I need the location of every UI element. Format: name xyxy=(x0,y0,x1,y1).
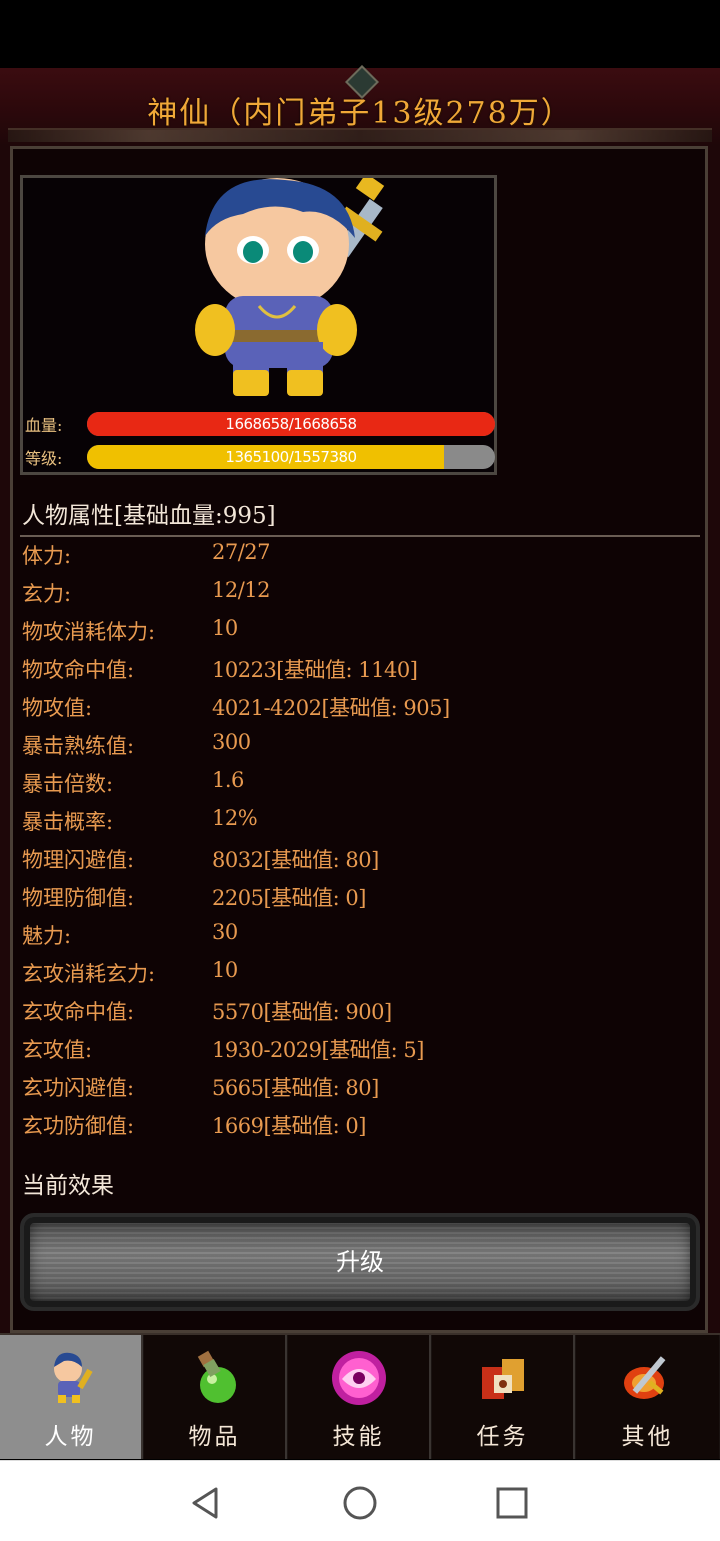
attribute-key: 暴击倍数: xyxy=(22,772,114,796)
attribute-value: 10 xyxy=(212,616,238,640)
attribute-value: 8032[基础值: 80] xyxy=(212,848,379,872)
attribute-key: 物理防御值: xyxy=(22,886,135,910)
attributes-header: 人物属性[基础血量:995] xyxy=(22,503,276,529)
attribute-key: 体力: xyxy=(22,544,72,568)
attribute-row: 玄攻消耗玄力: 10 xyxy=(22,954,702,992)
bottom-tab-bar: 人物 物品 技能 任务 其他 xyxy=(0,1333,720,1459)
sword-shield-icon xyxy=(624,1356,666,1399)
system-nav-bar xyxy=(0,1460,720,1541)
attribute-row: 物理防御值: 2205[基础值: 0] xyxy=(22,878,702,916)
upgrade-button[interactable]: 升级 xyxy=(20,1213,700,1311)
attribute-row: 体力: 27/27 xyxy=(22,536,702,574)
attribute-key: 玄攻值: xyxy=(22,1038,93,1062)
attribute-key: 物理闪避值: xyxy=(22,848,135,872)
attribute-row: 暴击熟练值: 300 xyxy=(22,726,702,764)
page-title: 神仙（内门弟子13级278万） xyxy=(147,96,573,131)
potion-icon xyxy=(197,1350,236,1403)
attribute-row: 玄力: 12/12 xyxy=(22,574,702,612)
attribute-key: 物攻命中值: xyxy=(22,658,135,682)
skill-orb-icon xyxy=(332,1351,386,1405)
attribute-value: 300 xyxy=(212,730,251,754)
attribute-row: 玄功防御值: 1669[基础值: 0] xyxy=(22,1106,702,1144)
character-portrait: 血量: 1668658/1668658 等级: 1365100/1557380 xyxy=(20,175,497,475)
tab-quests[interactable]: 任务 xyxy=(432,1335,575,1459)
attribute-row: 魅力: 30 xyxy=(22,916,702,954)
tab-other[interactable]: 其他 xyxy=(576,1335,719,1459)
attribute-key: 暴击概率: xyxy=(22,810,114,834)
attribute-value: 10 xyxy=(212,958,238,982)
recents-icon[interactable] xyxy=(492,1483,532,1523)
attribute-row: 暴击倍数: 1.6 xyxy=(22,764,702,802)
level-bar: 1365100/1557380 xyxy=(87,445,495,469)
tab-character[interactable]: 人物 xyxy=(0,1335,143,1459)
attribute-value: 27/27 xyxy=(212,540,271,564)
current-effects-label: 当前效果 xyxy=(22,1173,114,1199)
attribute-value: 5665[基础值: 80] xyxy=(212,1076,379,1100)
attribute-value: 2205[基础值: 0] xyxy=(212,886,366,910)
tab-skills-label: 技能 xyxy=(332,1424,385,1450)
attribute-key: 暴击熟练值: xyxy=(22,734,135,758)
character-avatar-icon xyxy=(195,178,385,396)
attribute-key: 玄功闪避值: xyxy=(22,1076,135,1100)
attribute-row: 物攻命中值: 10223[基础值: 1140] xyxy=(22,650,702,688)
attribute-value: 5570[基础值: 900] xyxy=(212,1000,392,1024)
attribute-value: 4021-4202[基础值: 905] xyxy=(212,696,450,720)
status-bar xyxy=(0,0,720,68)
tab-skills[interactable]: 技能 xyxy=(288,1335,431,1459)
attribute-row: 玄功闪避值: 5665[基础值: 80] xyxy=(22,1068,702,1106)
attribute-row: 玄攻命中值: 5570[基础值: 900] xyxy=(22,992,702,1030)
tab-character-label: 人物 xyxy=(44,1424,97,1450)
quest-icon xyxy=(482,1359,524,1399)
tab-other-label: 其他 xyxy=(621,1424,674,1450)
character-icon xyxy=(54,1352,93,1403)
attribute-value: 12% xyxy=(212,806,258,830)
level-label: 等级: xyxy=(25,449,63,468)
attribute-value: 30 xyxy=(212,920,238,944)
attribute-key: 物攻值: xyxy=(22,696,93,720)
back-icon[interactable] xyxy=(186,1483,226,1523)
attribute-value: 10223[基础值: 1140] xyxy=(212,658,418,682)
hp-label: 血量: xyxy=(25,416,63,435)
title-banner: 神仙（内门弟子13级278万） xyxy=(0,65,720,146)
attribute-key: 玄攻命中值: xyxy=(22,1000,135,1024)
hp-bar: 1668658/1668658 xyxy=(87,412,495,436)
attribute-row: 物攻消耗体力: 10 xyxy=(22,612,702,650)
attribute-row: 玄攻值: 1930-2029[基础值: 5] xyxy=(22,1030,702,1068)
hp-value: 1668658/1668658 xyxy=(225,415,357,433)
tab-items[interactable]: 物品 xyxy=(144,1335,287,1459)
attribute-value: 1930-2029[基础值: 5] xyxy=(212,1038,424,1062)
attribute-key: 玄攻消耗玄力: xyxy=(22,962,156,986)
tab-quests-label: 任务 xyxy=(476,1424,529,1450)
attribute-row: 物理闪避值: 8032[基础值: 80] xyxy=(22,840,702,878)
attribute-row: 物攻值: 4021-4202[基础值: 905] xyxy=(22,688,702,726)
attribute-key: 玄力: xyxy=(22,582,72,606)
attribute-key: 魅力: xyxy=(22,924,72,948)
attribute-value: 1.6 xyxy=(212,768,244,792)
home-icon[interactable] xyxy=(340,1483,380,1523)
level-value: 1365100/1557380 xyxy=(225,448,357,466)
attribute-key: 玄功防御值: xyxy=(22,1114,135,1138)
attribute-value: 1669[基础值: 0] xyxy=(212,1114,366,1138)
attribute-key: 物攻消耗体力: xyxy=(22,620,156,644)
attribute-row: 暴击概率: 12% xyxy=(22,802,702,840)
attribute-value: 12/12 xyxy=(212,578,271,602)
tab-items-label: 物品 xyxy=(188,1424,241,1450)
